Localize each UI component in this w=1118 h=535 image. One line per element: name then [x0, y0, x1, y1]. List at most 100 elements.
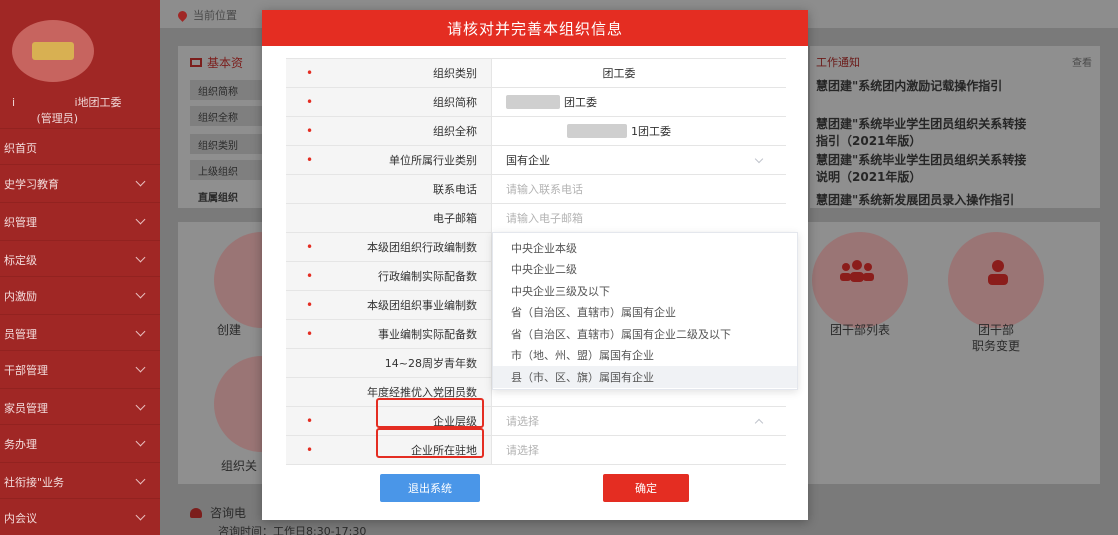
- org-relation-function-label: 组织关: [220, 459, 257, 473]
- form-field-placeholder: 请选择: [506, 415, 539, 428]
- dropdown-option[interactable]: 县（市、区、旗）属国有企业: [493, 366, 797, 388]
- consult-phone-label: 咨询电: [210, 506, 247, 520]
- modal-title: 请核对并完善本组织信息: [262, 10, 808, 46]
- required-marker-icon: •: [306, 443, 314, 457]
- form-row: • 单位所属行业类别 国有企业: [286, 146, 786, 175]
- create-function-label: 创建: [216, 323, 241, 337]
- sidebar-item-5[interactable]: 员管理: [0, 314, 160, 352]
- basic-info-title-text: 基本资: [207, 56, 244, 70]
- form-field-label: 电子邮箱: [286, 204, 492, 232]
- sidebar-item-label: 内会议: [4, 511, 37, 525]
- confirm-button[interactable]: 确定: [603, 474, 689, 502]
- form-row: 联系电话 请输入联系电话: [286, 175, 786, 204]
- form-field-label: 年度经推优入党团员数: [286, 378, 492, 406]
- work-notice-more-link[interactable]: 查看: [1072, 54, 1092, 69]
- required-marker-icon: •: [306, 95, 314, 109]
- form-field-label-text: 组织全称: [433, 125, 477, 138]
- redacted-text: [506, 95, 560, 109]
- youth-league-logo: [12, 20, 94, 82]
- form-field-input[interactable]: 请输入电子邮箱: [492, 204, 786, 232]
- exit-system-button[interactable]: 退出系统: [380, 474, 480, 502]
- chevron-up-icon: [754, 418, 764, 428]
- chevron-down-icon: [135, 436, 146, 447]
- form-field-placeholder: 请输入联系电话: [506, 183, 583, 196]
- enterprise-level-dropdown: 中央企业本级 中央企业二级 中央企业三级及以下 省（自治区、直辖市）属国有企业 省（自治…: [492, 232, 798, 390]
- breadcrumb-label: 当前位置: [193, 9, 237, 22]
- sidebar-item-0[interactable]: 织首页: [0, 128, 160, 166]
- group-icon: [840, 260, 874, 282]
- form-field-value: 团工委: [564, 96, 597, 109]
- chevron-down-icon: [135, 214, 146, 225]
- work-notice-item[interactable]: 慧团建"系统毕业学生团员组织关系转接 说明（2021年版）: [816, 152, 1026, 186]
- sidebar-item-9[interactable]: 社衔接"业务: [0, 462, 160, 500]
- id-card-icon: [190, 58, 202, 67]
- form-field-label: • 组织简称: [286, 88, 492, 116]
- work-notice-item[interactable]: 慧团建"系统团内激励记载操作指引: [816, 78, 1002, 95]
- consult-phone: 咨询电: [190, 504, 246, 521]
- required-marker-icon: •: [306, 414, 314, 428]
- form-field-label-text: 组织简称: [433, 96, 477, 109]
- form-field-input[interactable]: 1团工委: [492, 117, 786, 145]
- sidebar-item-2[interactable]: 织管理: [0, 202, 160, 240]
- sidebar-item-label: 员管理: [4, 327, 37, 341]
- sidebar-item-label: 干部管理: [4, 363, 48, 377]
- dropdown-option[interactable]: 中央企业二级: [493, 259, 797, 281]
- cadre-change-function-label: 团干部 职务变更: [971, 323, 1020, 353]
- sidebar-item-label: 织首页: [4, 141, 37, 155]
- dropdown-option[interactable]: 市（地、州、盟）属国有企业: [493, 345, 797, 367]
- form-field-label: • 组织全称: [286, 117, 492, 145]
- sidebar-item-6[interactable]: 干部管理: [0, 350, 160, 388]
- sidebar-item-8[interactable]: 务办理: [0, 424, 160, 462]
- sidebar-item-4[interactable]: 内激励: [0, 276, 160, 314]
- form-field-input[interactable]: 请选择: [492, 436, 786, 464]
- chevron-down-icon: [135, 474, 146, 485]
- sidebar-item-7[interactable]: 家员管理: [0, 388, 160, 426]
- form-field-label-text: 年度经推优入党团员数: [367, 386, 477, 399]
- form-field-input[interactable]: 请选择: [492, 407, 786, 435]
- work-notice-item[interactable]: 慧团建"系统新发展团员录入操作指引: [816, 192, 1014, 209]
- dropdown-option[interactable]: 中央企业本级: [493, 237, 797, 259]
- form-field-label-text: 行政编制实际配备数: [378, 270, 477, 283]
- form-field-label: • 事业编制实际配备数: [286, 320, 492, 348]
- dropdown-option[interactable]: 中央企业三级及以下: [493, 280, 797, 302]
- form-field-label: • 组织类别: [286, 59, 492, 87]
- dropdown-option[interactable]: 省（自治区、直辖市）属国有企业二级及以下: [493, 323, 797, 345]
- sidebar-item-label: 标定级: [4, 253, 37, 267]
- form-field-label-text: 企业层级: [433, 415, 477, 428]
- cadre-list-function-label: 团干部列表: [829, 323, 890, 337]
- chevron-down-icon: [135, 288, 146, 299]
- form-field-label-text: 电子邮箱: [433, 212, 477, 225]
- chevron-down-icon: [135, 400, 146, 411]
- location-pin-icon: [176, 8, 189, 22]
- required-marker-icon: •: [306, 66, 314, 80]
- form-field-label: 联系电话: [286, 175, 492, 203]
- form-field-input[interactable]: 团工委: [492, 59, 786, 87]
- form-field-label-text: 单位所属行业类别: [389, 154, 477, 167]
- form-field-input[interactable]: 请输入联系电话: [492, 175, 786, 203]
- form-field-input[interactable]: 国有企业: [492, 146, 786, 174]
- form-field-input[interactable]: 团工委: [492, 88, 786, 116]
- sidebar-item-10[interactable]: 内会议: [0, 498, 160, 535]
- form-field-label: • 企业层级: [286, 407, 492, 435]
- form-field-placeholder: 请选择: [506, 444, 539, 457]
- form-field-label-text: 14~28周岁青年数: [384, 357, 477, 370]
- chevron-down-icon: [135, 252, 146, 263]
- work-notice-item[interactable]: 慧团建"系统毕业学生团员组织关系转接 指引（2021年版）: [816, 116, 1026, 150]
- form-field-value: 国有企业: [506, 154, 550, 167]
- phone-icon: [190, 507, 202, 518]
- dropdown-option[interactable]: 省（自治区、直辖市）属国有企业: [493, 302, 797, 324]
- form-row: • 组织简称 团工委: [286, 88, 786, 117]
- sidebar-item-label: 家员管理: [4, 401, 48, 415]
- chevron-down-icon: [135, 510, 146, 521]
- form-field-value: 团工委: [602, 67, 636, 80]
- form-row: • 企业层级 请选择: [286, 407, 786, 436]
- form-row: • 组织全称 1团工委: [286, 117, 786, 146]
- basic-info-title: 基本资: [190, 54, 243, 71]
- breadcrumb: 当前位置: [176, 7, 237, 23]
- form-field-label-text: 事业编制实际配备数: [378, 328, 477, 341]
- sidebar-item-1[interactable]: 史学习教育: [0, 164, 160, 202]
- form-row: 电子邮箱 请输入电子邮箱: [286, 204, 786, 233]
- sidebar-org-name: i i地团工委 (管理员): [12, 96, 122, 125]
- sidebar-item-3[interactable]: 标定级: [0, 240, 160, 278]
- sidebar-item-label: 内激励: [4, 289, 37, 303]
